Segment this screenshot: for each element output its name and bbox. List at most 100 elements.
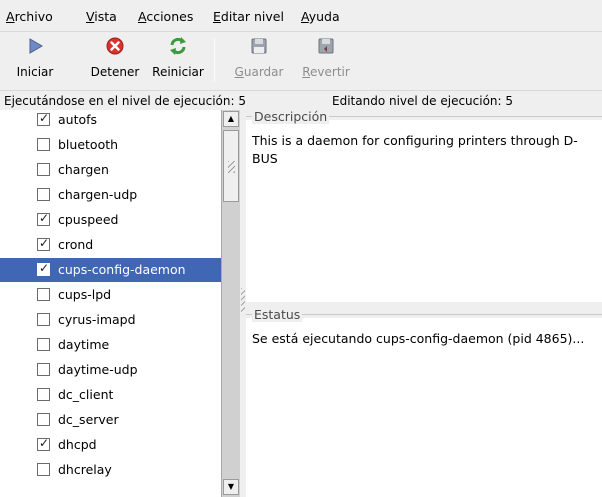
list-item[interactable]: cyrus-imapd: [0, 308, 221, 332]
start-button-label: Iniciar: [16, 65, 54, 79]
service-checkbox[interactable]: [37, 413, 50, 426]
service-name: autofs: [58, 112, 98, 127]
service-checkbox[interactable]: [37, 363, 50, 376]
menu-archivo-mnemonic: A: [6, 9, 15, 24]
service-name: chargen-udp: [58, 187, 138, 202]
revert-icon: [318, 38, 334, 54]
floppy-icon: [251, 38, 267, 54]
menu-ayuda-label: yuda: [308, 9, 340, 24]
list-item[interactable]: cups-lpd: [0, 283, 221, 307]
service-name: dc_client: [58, 387, 114, 402]
service-name: cups-config-daemon: [58, 262, 186, 277]
save-button-label: Guardar: [228, 65, 290, 79]
scrollbar-thumb[interactable]: [223, 130, 239, 202]
status-text: Se está ejecutando cups-config-daemon (p…: [252, 331, 585, 346]
service-name: cpuspeed: [58, 212, 119, 227]
save-button-label-rest: uardar: [243, 65, 284, 79]
play-icon: [29, 38, 43, 54]
toolbar-separator: [214, 38, 215, 82]
scroll-down-arrow-icon[interactable]: ▼: [223, 479, 239, 495]
service-name: crond: [58, 237, 94, 252]
service-checkbox[interactable]: [37, 313, 50, 326]
service-list-scrollbar[interactable]: ▲ ▼: [221, 110, 240, 497]
service-name: dhcpd: [58, 437, 97, 452]
menu-ayuda-mnemonic: A: [301, 9, 309, 24]
list-item[interactable]: ✓ autofs: [0, 110, 221, 132]
service-name: chargen: [58, 162, 109, 177]
description-frame-title: Descripción: [252, 109, 330, 124]
list-item[interactable]: ✓ crond: [0, 233, 221, 257]
service-checkbox[interactable]: ✓: [37, 211, 50, 226]
restart-icon: [170, 37, 186, 55]
restart-button-label: Reiniciar: [152, 65, 204, 79]
list-item[interactable]: ✓ cpuspeed: [0, 208, 221, 232]
list-item[interactable]: chargen-udp: [0, 183, 221, 207]
scroll-up-arrow-icon[interactable]: ▲: [223, 111, 239, 127]
runlevel-status-bar: Ejecutándose en el nivel de ejecución: 5…: [0, 90, 602, 110]
checkmark-icon: ✓: [39, 111, 50, 125]
menu-archivo-label: rchivo: [14, 9, 53, 24]
list-item[interactable]: ✓ dhcpd: [0, 433, 221, 457]
revert-button[interactable]: Revertir: [294, 34, 358, 86]
checkmark-icon: ✓: [39, 436, 50, 450]
service-name: dhcrelay: [58, 462, 112, 477]
service-checkbox[interactable]: [37, 163, 50, 176]
service-name: bluetooth: [58, 137, 119, 152]
service-name: cyrus-imapd: [58, 312, 136, 327]
menu-vista-label: ista: [94, 9, 117, 24]
service-name: daytime-udp: [58, 362, 138, 377]
menu-acciones-label: cciones: [146, 9, 194, 24]
status-frame: Estatus Se está ejecutando cups-config-d…: [246, 307, 602, 497]
list-item[interactable]: dhcrelay: [0, 458, 221, 482]
revert-button-label-rest: evertir: [310, 65, 350, 79]
service-name: cups-lpd: [58, 287, 112, 302]
menu-ayuda[interactable]: Ayuda: [301, 9, 340, 24]
menu-editar-nivel-label: ditar nivel: [220, 9, 284, 24]
list-item[interactable]: ✓ cups-config-daemon: [0, 258, 221, 282]
list-item[interactable]: chargen: [0, 158, 221, 182]
stop-icon: [106, 37, 124, 55]
description-text: This is a daemon for configuring printer…: [252, 133, 578, 166]
checkmark-icon: ✓: [39, 261, 50, 275]
stop-button-label: Detener: [90, 65, 140, 79]
menu-archivo[interactable]: Archivo: [6, 9, 53, 24]
service-checkbox[interactable]: ✓: [37, 436, 50, 451]
service-checkbox[interactable]: [37, 138, 50, 151]
start-button[interactable]: Iniciar: [0, 34, 70, 86]
list-item[interactable]: bluetooth: [0, 133, 221, 157]
service-checkbox[interactable]: [37, 388, 50, 401]
list-item[interactable]: daytime: [0, 333, 221, 357]
list-item[interactable]: dc_client: [0, 383, 221, 407]
scrollbar-grip: [228, 161, 235, 173]
service-checkbox[interactable]: [37, 188, 50, 201]
running-runlevel-text: Ejecutándose en el nivel de ejecución: 5: [4, 94, 246, 108]
revert-button-label: Revertir: [294, 65, 358, 79]
menu-bar: Archivo Vista Acciones Editar nivel Ayud…: [0, 0, 602, 32]
revert-button-mnemonic: R: [302, 65, 311, 79]
editing-runlevel-text: Editando nivel de ejecución: 5: [332, 94, 514, 108]
status-frame-title: Estatus: [252, 307, 303, 322]
toolbar: Iniciar Detener Reiniciar Guardar Revert…: [0, 32, 602, 90]
stop-button[interactable]: Detener: [82, 34, 148, 86]
checkmark-icon: ✓: [39, 236, 50, 250]
list-item[interactable]: dc_server: [0, 408, 221, 432]
service-checkbox[interactable]: [37, 463, 50, 476]
description-frame: Descripción This is a daemon for configu…: [246, 109, 602, 302]
restart-button[interactable]: Reiniciar: [145, 34, 211, 86]
list-item[interactable]: daytime-udp: [0, 358, 221, 382]
menu-acciones[interactable]: Acciones: [138, 9, 193, 24]
menu-vista[interactable]: Vista: [86, 9, 117, 24]
menu-editar-nivel[interactable]: Editar nivel: [213, 9, 284, 24]
service-checkbox[interactable]: [37, 338, 50, 351]
pane-separator-grip: [241, 288, 245, 312]
service-checkbox[interactable]: ✓: [37, 111, 50, 126]
service-checkbox[interactable]: [37, 288, 50, 301]
service-name: dc_server: [58, 412, 119, 427]
service-checkbox[interactable]: ✓: [37, 236, 50, 251]
service-list: ✓ autofs bluetooth chargen chargen-udp ✓ cpusp…: [0, 110, 221, 497]
menu-editar-nivel-mnemonic: E: [213, 9, 221, 24]
save-button[interactable]: Guardar: [228, 34, 290, 86]
service-checkbox[interactable]: ✓: [37, 261, 50, 276]
checkmark-icon: ✓: [39, 211, 50, 225]
save-button-mnemonic: G: [234, 65, 244, 79]
